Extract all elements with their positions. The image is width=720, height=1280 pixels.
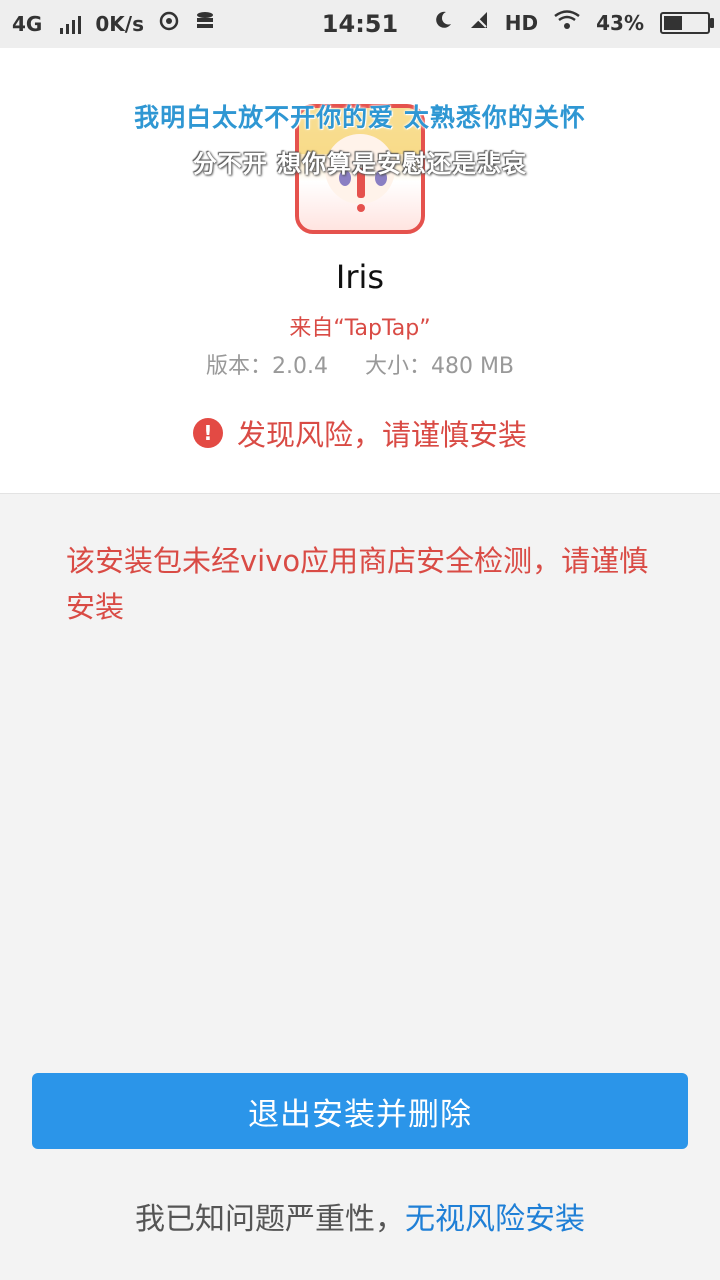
wifi-icon [554, 10, 580, 35]
app-source: 来自“TapTap” [289, 316, 431, 341]
security-warning-message: 该安装包未经vivo应用商店安全检测，请谨慎安装 [66, 544, 649, 624]
battery-icon [660, 11, 714, 34]
risk-banner: ! 发现风险，请谨慎安装 [0, 412, 720, 454]
risk-text: 发现风险，请谨慎安装 [236, 418, 527, 452]
app-info-header: 我明白太放不开你的爱 太熟悉你的关怀 分不开 想你算是安慰还是悲哀 Iris 来… [0, 48, 720, 494]
status-right: HD 43% [433, 10, 714, 35]
app-name: Iris [335, 258, 385, 296]
app-size: 大小：480 MB [364, 354, 515, 379]
ignore-risk-footer: 我已知问题严重性，无视风险安装 [0, 1194, 720, 1238]
lyric-overlay-line1: 我明白太放不开你的爱 太熟悉你的关怀 [134, 103, 586, 132]
no-signal-icon [469, 10, 489, 35]
warning-icon: ! [192, 418, 223, 448]
footer-prefix: 我已知问题严重性， [135, 1202, 405, 1237]
app-version: 版本：2.0.4 [205, 354, 328, 379]
battery-percent: 43% [596, 10, 644, 35]
ignore-risk-install-link[interactable]: 无视风险安装 [405, 1202, 585, 1237]
status-bar: 4G 0K/s 14:51 HD 43% [0, 0, 720, 48]
moon-icon [433, 10, 453, 35]
hd-label: HD [504, 10, 539, 35]
app-meta: 版本：2.0.4 大小：480 MB [0, 348, 720, 380]
exit-and-delete-button[interactable]: 退出安装并删除 [32, 1073, 688, 1149]
lyric-overlay-line2: 分不开 想你算是安慰还是悲哀 [192, 150, 528, 178]
